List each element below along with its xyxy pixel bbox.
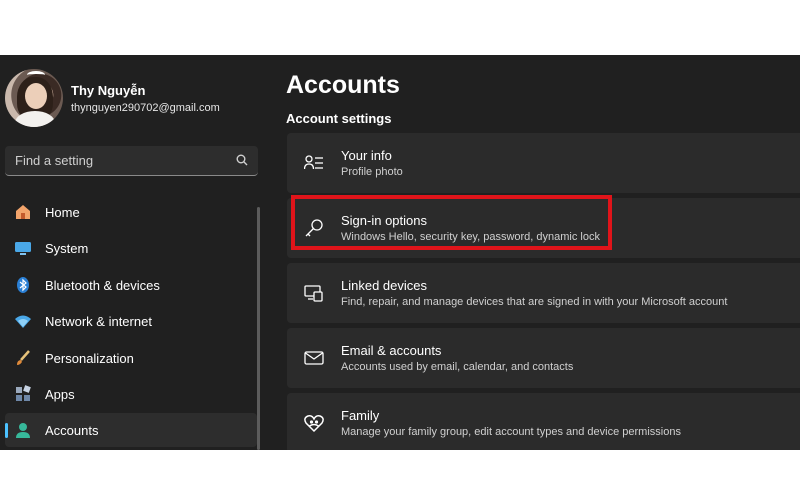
sidebar-nav: Home System Bluetooth & devices Network … [5,195,257,450]
card-subtitle: Accounts used by email, calendar, and co… [341,361,574,373]
card-your-info[interactable]: Your info Profile photo [287,133,800,193]
sidebar-item-home[interactable]: Home [5,195,257,229]
sidebar-item-label: Apps [45,386,75,402]
card-linked-devices[interactable]: Linked devices Find, repair, and manage … [287,263,800,323]
sidebar-item-label: System [45,241,89,257]
sidebar-item-accounts[interactable]: Accounts [5,413,257,448]
sidebar-item-bluetooth[interactable]: Bluetooth & devices [5,268,257,302]
card-title: Family [341,408,380,423]
sidebar-item-label: Home [45,205,80,220]
person-icon [16,423,30,439]
wifi-icon [15,315,31,329]
sidebar-item-apps[interactable]: Apps [5,377,257,411]
linked-devices-icon [304,285,323,302]
sidebar-item-label: Accounts [45,423,99,439]
highlight-annotation [291,195,612,250]
sidebar-scrollbar[interactable] [257,207,260,450]
card-family[interactable]: Family Manage your family group, edit ac… [287,393,800,450]
active-indicator [5,423,8,439]
home-icon [16,205,30,219]
apps-icon [16,385,31,401]
card-title: Your info [341,148,392,163]
card-subtitle: Find, repair, and manage devices that ar… [341,296,728,308]
monitor-icon [15,242,31,256]
avatar [5,69,63,127]
sidebar-item-network[interactable]: Network & internet [5,304,257,338]
sidebar-item-personalization[interactable]: Personalization [5,341,257,375]
card-subtitle: Profile photo [341,166,403,178]
mail-icon [304,351,324,365]
card-email-accounts[interactable]: Email & accounts Accounts used by email,… [287,328,800,388]
card-title: Linked devices [341,278,427,293]
search-input[interactable] [5,146,225,175]
sidebar-item-label: Network & internet [45,314,152,330]
page-title: Accounts [286,71,400,99]
search-box [5,146,258,176]
card-subtitle: Manage your family group, edit account t… [341,426,681,438]
family-heart-icon [304,415,324,433]
settings-window: Thy Nguyễn thynguyen290702@gmail.com Hom… [0,55,800,450]
search-icon[interactable] [236,154,248,166]
sidebar-item-label: Personalization [45,350,134,366]
card-title: Email & accounts [341,343,442,358]
profile-name: Thy Nguyễn [71,83,146,98]
profile-email: thynguyen290702@gmail.com [71,102,220,114]
sidebar-item-label: Bluetooth & devices [45,277,160,293]
section-title: Account settings [286,111,392,126]
bluetooth-icon [17,276,29,293]
person-card-icon [304,155,323,170]
brush-icon [17,349,30,365]
sidebar-item-system[interactable]: System [5,231,257,265]
user-profile[interactable]: Thy Nguyễn thynguyen290702@gmail.com [5,69,265,129]
